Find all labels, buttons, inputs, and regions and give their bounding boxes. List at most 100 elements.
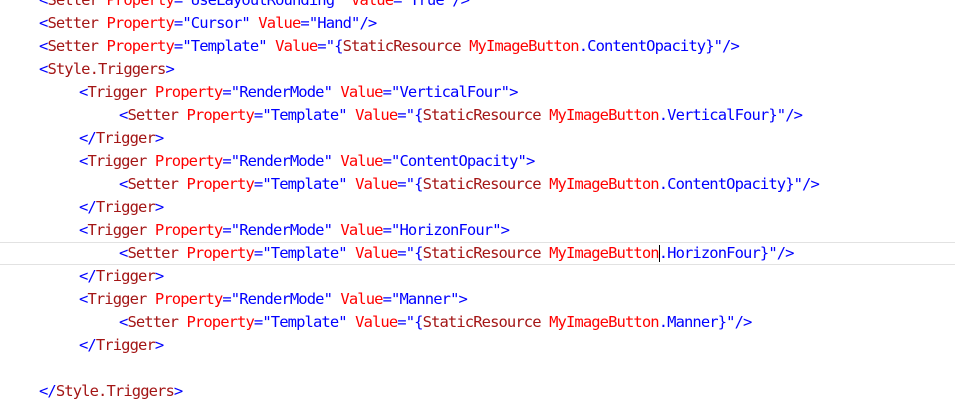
xml-punctuation: { <box>334 37 343 55</box>
xml-punctuation: =" <box>317 37 335 55</box>
code-line[interactable]: <Trigger Property="RenderMode" Value="Ho… <box>0 219 955 242</box>
code-line-text: <Style.Triggers> <box>39 58 175 81</box>
xml-attribute-value: RenderMode <box>239 290 324 308</box>
xml-punctuation: =" <box>253 313 272 331</box>
code-line[interactable]: <Trigger Property="RenderMode" Value="Ve… <box>0 81 955 104</box>
xml-punctuation: =" <box>173 14 192 32</box>
code-line[interactable]: </Trigger> <box>0 265 955 288</box>
xml-punctuation: "> <box>500 83 519 101</box>
xml-attribute-name: Value <box>346 313 398 331</box>
xml-attribute-name: Value <box>332 221 383 239</box>
xml-punctuation: =" <box>222 83 240 101</box>
xml-attribute-value: UseLayoutRounding <box>190 0 335 9</box>
xml-element-name: Setter <box>127 244 179 262</box>
xml-attribute-value: Template <box>270 244 339 262</box>
xml-punctuation: =" <box>382 221 401 239</box>
xml-attribute-value: RenderMode <box>239 221 324 239</box>
xml-attribute-name: Value <box>332 290 383 308</box>
xml-attribute-value: .VerticalFour <box>658 106 770 124</box>
xml-punctuation: =" <box>222 290 240 308</box>
code-line-text: <Trigger Property="RenderMode" Value="Co… <box>79 150 535 173</box>
xaml-code-editor[interactable]: <Setter Property="UseLayoutRounding" Val… <box>0 0 955 407</box>
xml-punctuation: =" <box>397 244 415 262</box>
code-line[interactable]: </Trigger> <box>0 196 955 219</box>
xml-punctuation: { <box>414 175 423 193</box>
xml-attribute-name: MyImageButton <box>540 175 660 193</box>
xml-punctuation: " <box>323 221 333 239</box>
code-line-text: </Style.Triggers> <box>39 380 183 403</box>
xml-attribute-name: Property <box>178 244 254 262</box>
xml-attribute-value: Template <box>190 37 259 55</box>
xml-attribute-value: RenderMode <box>239 152 324 170</box>
xml-attribute-name: Property <box>146 221 223 239</box>
xml-punctuation: </ <box>79 198 97 216</box>
xml-punctuation: </ <box>79 129 97 147</box>
code-line[interactable]: </Trigger> <box>0 127 955 150</box>
code-line-text: <Setter Property="Template" Value="{Stat… <box>119 311 752 334</box>
xml-element-name: Trigger <box>95 336 156 354</box>
code-line[interactable]: <Setter Property="Template" Value="{Stat… <box>0 104 955 127</box>
xml-attribute-value: Template <box>270 313 339 331</box>
xml-punctuation: "> <box>492 221 510 239</box>
xml-attribute-value: Manner <box>399 290 451 308</box>
code-line[interactable]: </Style.Triggers> <box>0 380 955 403</box>
xml-attribute-name: MyImageButton <box>540 106 660 124</box>
code-line[interactable]: <Setter Property="UseLayoutRounding" Val… <box>0 0 955 12</box>
xml-punctuation: > <box>165 60 174 78</box>
code-line-text: <Trigger Property="RenderMode" Value="Ma… <box>79 288 468 311</box>
xml-attribute-name: Property <box>146 152 223 170</box>
xml-punctuation: "/> <box>351 14 377 32</box>
xml-punctuation: { <box>414 313 423 331</box>
code-line-text: <Setter Property="Template" Value="{Stat… <box>119 104 803 127</box>
xml-attribute-value: .HorizonFour <box>658 244 761 262</box>
xml-element-name: Trigger <box>95 129 156 147</box>
xml-punctuation: > <box>173 382 183 400</box>
xml-punctuation: =" <box>397 106 415 124</box>
code-line[interactable]: <Setter Property="Template" Value="{Stat… <box>0 35 955 58</box>
code-line[interactable]: </Trigger> <box>0 334 955 357</box>
xml-attribute-name: Property <box>98 37 174 55</box>
code-line-text: <Trigger Property="RenderMode" Value="Ho… <box>79 219 510 242</box>
xml-attribute-name: Value <box>346 244 398 262</box>
xml-element-name: StaticResource <box>422 106 542 124</box>
xml-attribute-value: VerticalFour <box>399 83 501 101</box>
xml-element-name: StaticResource <box>422 313 542 331</box>
xml-element-name: Trigger <box>87 221 147 239</box>
code-line-text: <Setter Property="Template" Value="{Stat… <box>39 35 740 58</box>
xml-punctuation: =" <box>397 313 415 331</box>
code-line[interactable]: <Setter Property="Cursor" Value="Hand"/> <box>0 12 955 35</box>
code-line-text: <Setter Property="Cursor" Value="Hand"/> <box>39 12 377 35</box>
xml-punctuation: =" <box>382 152 401 170</box>
xml-punctuation: }"/> <box>759 244 795 262</box>
xml-punctuation: "/> <box>443 0 470 9</box>
xml-attribute-value: RenderMode <box>239 83 324 101</box>
xml-attribute-value: HorizonFour <box>399 221 493 239</box>
code-line[interactable] <box>0 357 955 380</box>
xml-punctuation: =" <box>253 175 272 193</box>
code-line[interactable]: <Style.Triggers> <box>0 58 955 81</box>
xml-attribute-name: Value <box>342 0 394 9</box>
code-line[interactable]: <Trigger Property="RenderMode" Value="Ma… <box>0 288 955 311</box>
xml-punctuation: "> <box>450 290 468 308</box>
code-line-text: <Setter Property="Template" Value="{Stat… <box>119 173 820 196</box>
xml-punctuation: " <box>334 0 343 9</box>
xml-element-name: Trigger <box>87 290 147 308</box>
code-line[interactable]: <Setter Property="Template" Value="{Stat… <box>0 311 955 334</box>
xml-punctuation: " <box>323 83 333 101</box>
xml-attribute-name: Value <box>249 14 301 32</box>
xml-attribute-value: .Manner <box>658 313 719 331</box>
xml-element-name: StaticResource <box>422 244 542 262</box>
xml-attribute-name: MyImageButton <box>540 313 660 331</box>
xml-punctuation: }"/> <box>785 175 820 193</box>
code-line[interactable]: <Trigger Property="RenderMode" Value="Co… <box>0 150 955 173</box>
xml-attribute-value: .ContentOpacity <box>578 37 706 55</box>
xml-punctuation: =" <box>397 175 415 193</box>
xml-attribute-value: ContentOpacity <box>399 152 518 170</box>
xml-punctuation: " <box>323 152 333 170</box>
code-line-current[interactable]: <Setter Property="Template" Value="{Stat… <box>0 242 955 265</box>
xml-element-name: Trigger <box>87 152 147 170</box>
xml-attribute-value: Template <box>270 175 339 193</box>
code-line-text: <Setter Property="Template" Value="{Stat… <box>119 243 795 264</box>
xml-punctuation: " <box>241 14 250 32</box>
code-line[interactable]: <Setter Property="Template" Value="{Stat… <box>0 173 955 196</box>
